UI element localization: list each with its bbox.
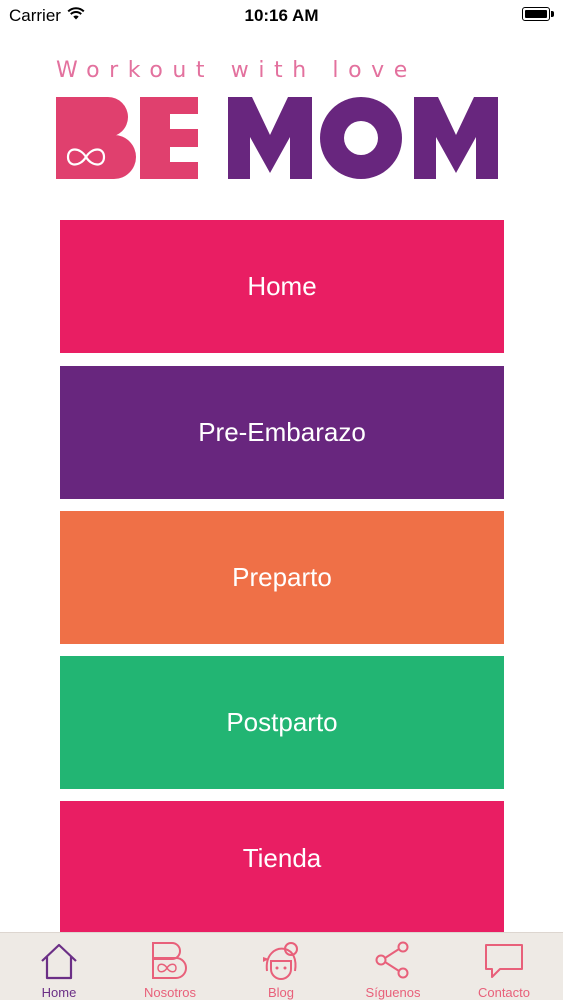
be-mom-logo <box>56 97 498 179</box>
menu-button-label: Tienda <box>242 843 322 873</box>
menu-button-preparto[interactable]: Preparto <box>60 511 504 644</box>
tab-home[interactable]: Home <box>3 933 115 1001</box>
tab-label: Nosotros <box>143 985 197 1000</box>
menu-button-home[interactable]: Home <box>60 220 504 353</box>
menu-button-postparto[interactable]: Postparto <box>60 656 504 789</box>
home-icon <box>41 943 77 980</box>
chat-bubble-icon <box>485 944 523 978</box>
be-logo-icon <box>152 942 187 979</box>
tab-siguenos[interactable]: Síguenos <box>337 933 449 1001</box>
menu-button-label: Home <box>247 271 317 301</box>
menu-button-label: Preparto <box>232 562 332 592</box>
logo-tagline: Workout with love <box>56 58 417 83</box>
share-icon <box>375 941 409 979</box>
girl-face-icon <box>263 942 298 981</box>
clock: 10:16 AM <box>244 6 319 25</box>
status-bar: Carrier 10:16 AM <box>0 0 563 32</box>
tab-contacto[interactable]: Contacto <box>448 933 560 1001</box>
menu-button-label: Pre-Embarazo <box>198 417 366 447</box>
battery-icon <box>522 7 550 21</box>
tab-nosotros[interactable]: Nosotros <box>114 933 226 1001</box>
tab-label: Blog <box>267 985 295 1000</box>
tab-label: Contacto <box>477 985 531 1000</box>
menu-button-tienda[interactable]: Tienda <box>60 801 504 932</box>
tab-bar: Home Nosotros Blog Síguenos Contacto <box>0 932 563 1000</box>
tab-label: Síguenos <box>365 985 421 1000</box>
battery-tip <box>551 11 554 17</box>
menu-button-pre-embarazo[interactable]: Pre-Embarazo <box>60 366 504 499</box>
tab-blog[interactable]: Blog <box>225 933 337 1001</box>
menu-button-label: Postparto <box>226 707 338 737</box>
tab-label: Home <box>41 985 77 1000</box>
